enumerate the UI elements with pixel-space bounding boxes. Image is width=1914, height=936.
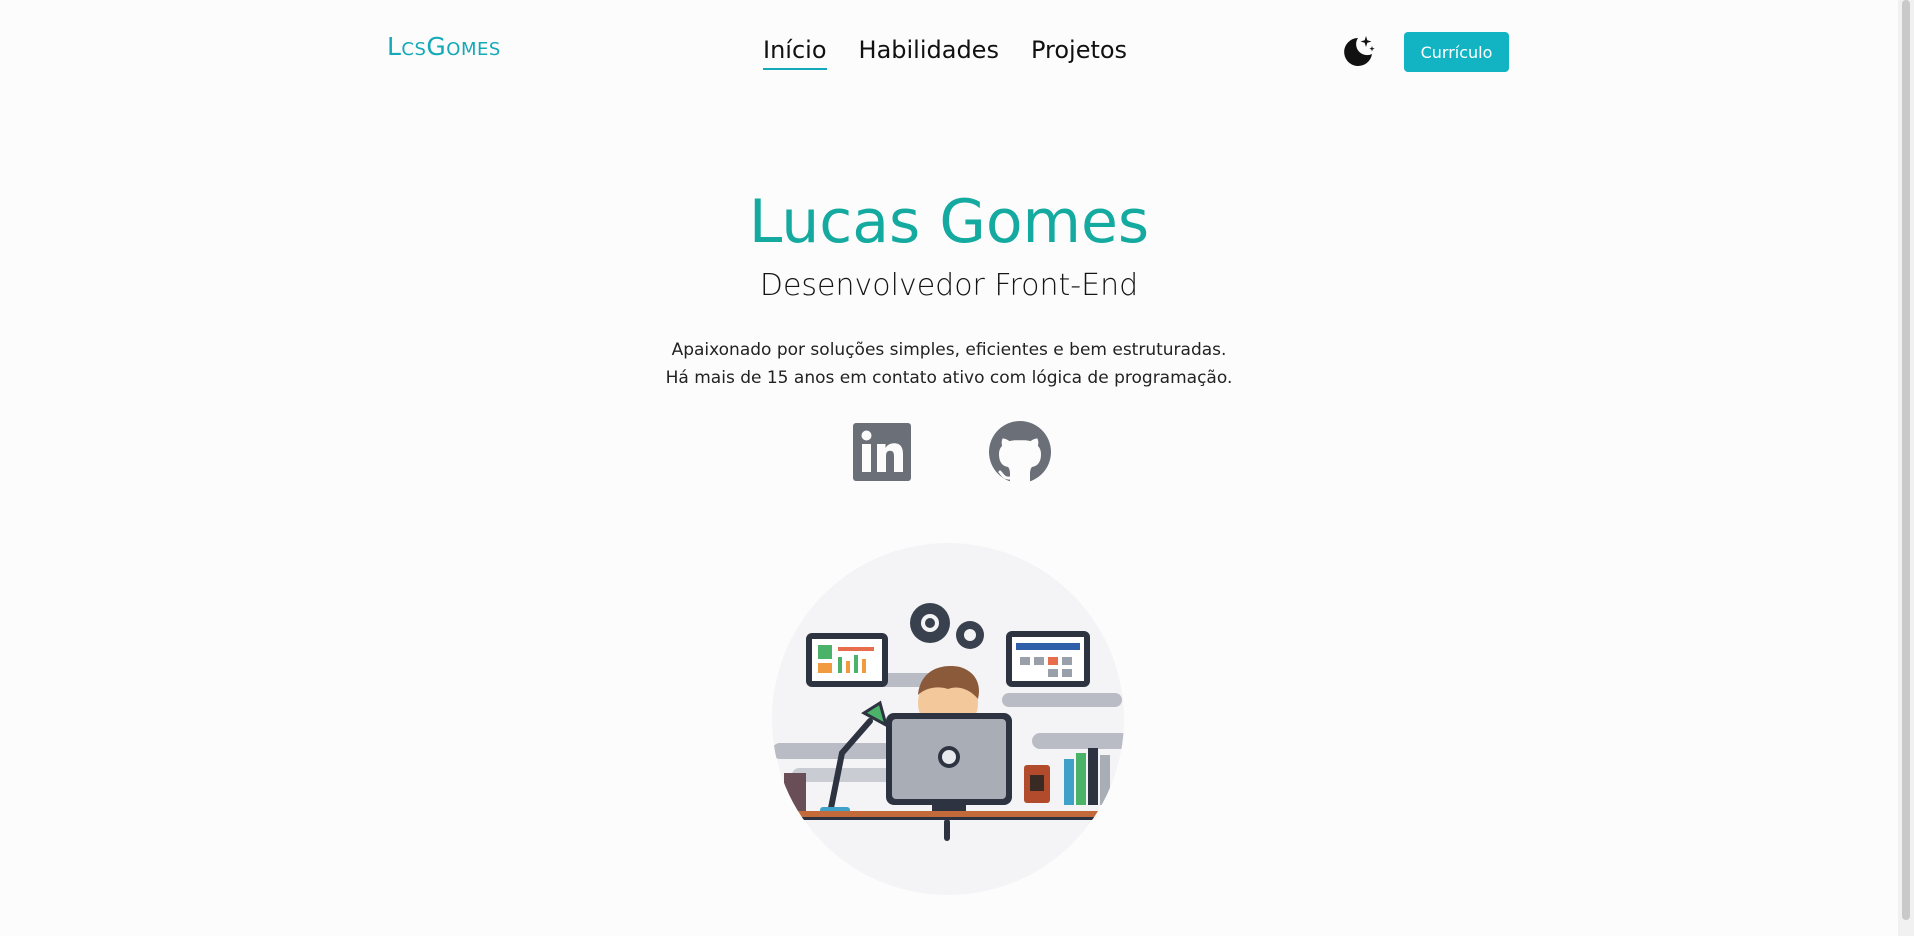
curriculo-button[interactable]: Currículo: [1404, 32, 1509, 72]
moon-stars-icon: [1344, 36, 1375, 66]
site-logo[interactable]: LcsGomes: [387, 32, 501, 61]
nav-item-inicio[interactable]: Início: [763, 36, 827, 70]
hero-description: Apaixonado por soluções simples, eficien…: [0, 336, 1898, 392]
vertical-scrollbar[interactable]: [1898, 0, 1914, 936]
site-header: LcsGomes Início Habilidades Projetos Cur…: [0, 0, 1898, 104]
hero-description-line-1: Apaixonado por soluções simples, eficien…: [671, 340, 1227, 360]
scrollbar-thumb[interactable]: [1902, 0, 1910, 920]
nav-item-projetos[interactable]: Projetos: [1031, 36, 1127, 70]
social-links: [850, 420, 1052, 484]
page: LcsGomes Início Habilidades Projetos Cur…: [0, 0, 1914, 936]
linkedin-link[interactable]: [850, 420, 914, 484]
github-link[interactable]: [988, 420, 1052, 484]
github-icon: [989, 421, 1051, 484]
linkedin-icon: [853, 423, 911, 481]
main-nav: Início Habilidades Projetos: [763, 36, 1127, 70]
hero-section: Lucas Gomes Desenvolvedor Front-End Apai…: [0, 180, 1898, 392]
developer-illustration: [772, 543, 1124, 895]
theme-toggle-button[interactable]: [1338, 32, 1378, 72]
hero-description-line-2: Há mais de 15 anos em contato ativo com …: [665, 368, 1233, 388]
hero-role: Desenvolvedor Front-End: [759, 268, 1139, 303]
hero-name: Lucas Gomes: [748, 187, 1150, 257]
nav-item-habilidades[interactable]: Habilidades: [859, 36, 999, 70]
developer-illustration-art: [772, 543, 1124, 895]
